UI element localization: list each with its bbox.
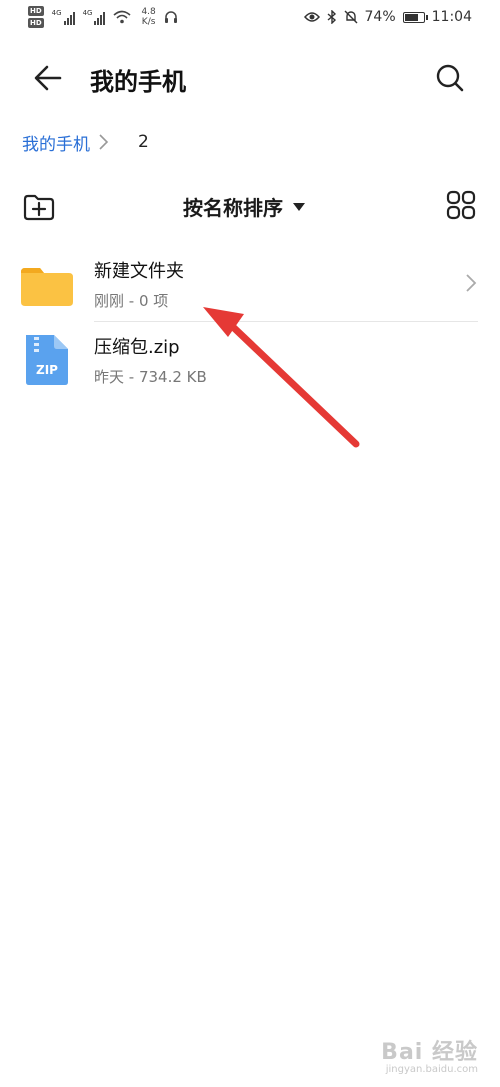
headset-icon [164, 11, 177, 23]
signal-icon: 4G [83, 9, 106, 25]
sort-label: 按名称排序 [183, 196, 283, 220]
file-meta: 昨天 - 734.2 KB [94, 368, 207, 386]
watermark: Bai 经验 jingyan.baidu.com [381, 1034, 478, 1075]
chevron-right-icon [99, 134, 109, 150]
status-bar: HD HD 4G 4G 4.8 K/s 74% 11:04 [0, 0, 500, 38]
watermark-sub: jingyan.baidu.com [385, 1064, 478, 1075]
battery-icon [402, 11, 428, 23]
hd-badge: HD [28, 6, 44, 16]
file-list: 新建文件夹 刚刚 - 0 项 ZIP 压缩包.zip 昨天 - 734.2 KB [0, 246, 500, 398]
page-title: 我的手机 [90, 68, 186, 96]
zip-icon-label: ZIP [36, 363, 58, 377]
status-right: 74% 11:04 [303, 9, 472, 25]
battery-level [404, 13, 418, 21]
new-folder-icon [23, 194, 55, 221]
chevron-right-icon [466, 274, 477, 292]
new-folder-button[interactable] [22, 190, 56, 224]
folder-icon [21, 268, 73, 306]
breadcrumb-current[interactable]: 2 [138, 132, 149, 152]
clock: 11:04 [431, 9, 472, 25]
grid-view-button[interactable] [446, 190, 476, 220]
wifi-icon [113, 10, 131, 24]
status-left: HD HD 4G 4G 4.8 K/s [28, 6, 178, 28]
toolbar: 按名称排序 [0, 186, 500, 230]
bluetooth-icon [327, 10, 336, 24]
caret-down-icon [293, 202, 305, 211]
hd-badges: HD HD [28, 6, 44, 28]
file-meta: 刚刚 - 0 项 [94, 292, 169, 310]
back-arrow-icon [34, 65, 62, 91]
back-button[interactable] [30, 60, 66, 96]
breadcrumb-root[interactable]: 我的手机 [22, 130, 90, 155]
file-name: 新建文件夹 [94, 261, 184, 282]
search-icon [436, 64, 464, 92]
grid-view-icon [446, 190, 476, 220]
sort-button[interactable]: 按名称排序 [183, 192, 305, 221]
title-bar: 我的手机 [0, 50, 500, 106]
file-name: 压缩包.zip [94, 337, 180, 358]
zip-file-icon: ZIP [26, 335, 68, 385]
search-button[interactable] [432, 60, 468, 96]
hd-badge: HD [28, 18, 44, 28]
watermark-main: Bai 经验 [381, 1040, 478, 1065]
net-speed: 4.8 K/s [141, 7, 156, 27]
annotation-arrow [203, 307, 360, 448]
breadcrumb: 我的手机 2 [22, 128, 149, 156]
list-item[interactable]: ZIP 压缩包.zip 昨天 - 734.2 KB [0, 322, 500, 398]
signal-icon: 4G [52, 9, 75, 25]
eye-icon [303, 12, 320, 22]
list-item[interactable]: 新建文件夹 刚刚 - 0 项 [0, 246, 500, 322]
battery-percent: 74% [364, 9, 396, 25]
mute-bell-icon [344, 10, 358, 24]
